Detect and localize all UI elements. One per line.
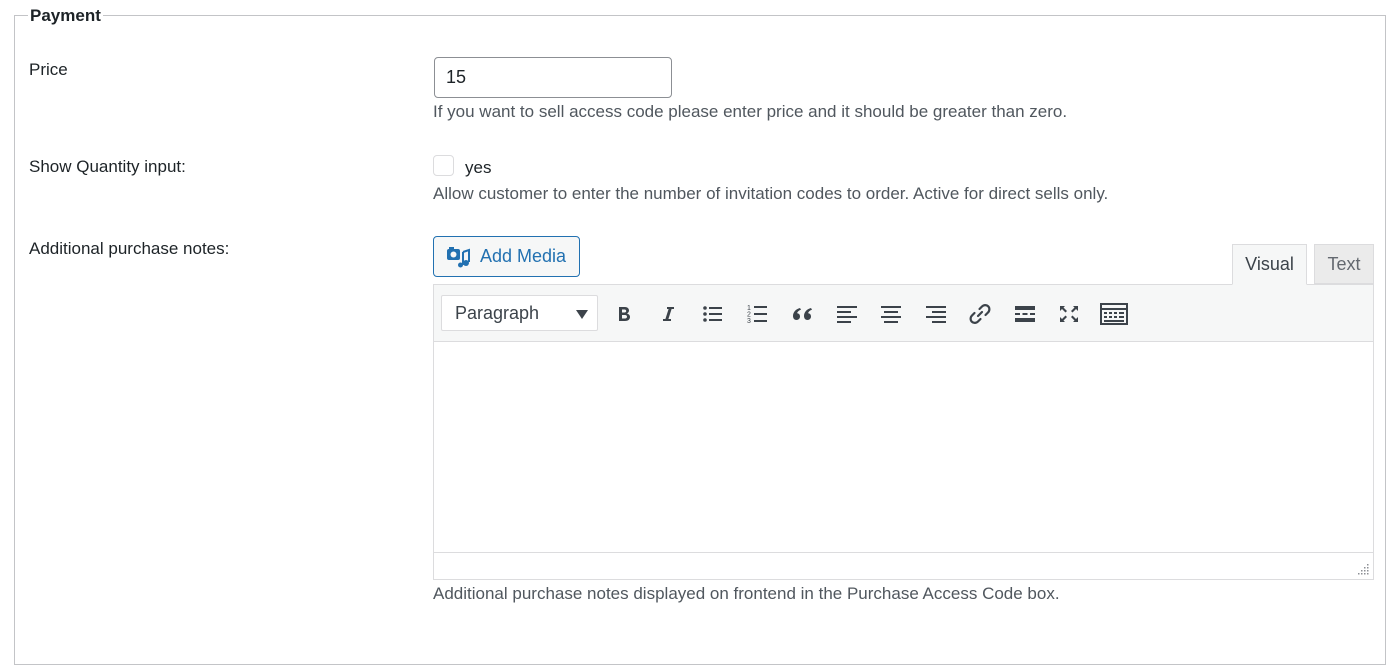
blockquote-icon [793,308,812,320]
blockquote-button[interactable] [786,298,818,330]
toolbar-toggle-icon [1100,303,1128,325]
italic-icon [663,307,674,321]
format-select[interactable]: Paragraph [441,295,598,331]
tab-text[interactable]: Text [1314,244,1374,284]
notes-label: Additional purchase notes: [29,239,230,258]
quantity-checkbox[interactable] [433,155,454,176]
italic-button[interactable] [652,298,684,330]
price-label: Price [29,60,68,79]
editor-statusbar [434,552,1373,579]
fullscreen-icon [1060,306,1078,322]
bullet-list-icon [703,306,722,322]
quantity-label: Show Quantity input: [29,157,186,176]
quantity-description: Allow customer to enter the number of in… [433,184,1109,203]
section-legend: Payment [28,6,103,26]
align-right-icon [926,306,946,323]
align-center-button[interactable] [875,298,907,330]
editor-content-area[interactable] [434,342,1373,552]
align-center-icon [881,306,901,323]
numbered-list-button[interactable]: 1 2 3 [742,298,774,330]
read-more-button[interactable] [1009,298,1041,330]
editor-toolbar: Paragraph 1 2 3 [434,285,1373,342]
svg-text:3: 3 [747,318,751,325]
align-left-icon [837,306,857,323]
notes-description: Additional purchase notes displayed on f… [433,584,1060,603]
align-left-button[interactable] [831,298,863,330]
fullscreen-button[interactable] [1053,298,1085,330]
price-input[interactable] [434,57,672,98]
tab-visual[interactable]: Visual [1232,244,1307,285]
chevron-down-icon [576,310,588,319]
bold-button[interactable] [608,298,640,330]
resize-handle-icon[interactable] [1356,562,1370,576]
toolbar-toggle-button[interactable] [1098,298,1130,330]
bold-icon [619,307,630,321]
media-icon [447,246,470,267]
numbered-list-icon: 1 2 3 [747,305,767,325]
quantity-checkbox-label[interactable]: yes [465,158,491,178]
notes-editor: Paragraph 1 2 3 [433,284,1374,580]
link-icon [969,304,991,324]
format-select-value: Paragraph [455,302,540,323]
link-button[interactable] [964,298,996,330]
add-media-button[interactable]: Add Media [433,236,580,277]
align-right-button[interactable] [920,298,952,330]
read-more-icon [1015,306,1035,322]
price-description: If you want to sell access code please e… [433,102,1068,121]
add-media-label: Add Media [480,246,567,266]
bullet-list-button[interactable] [697,298,729,330]
